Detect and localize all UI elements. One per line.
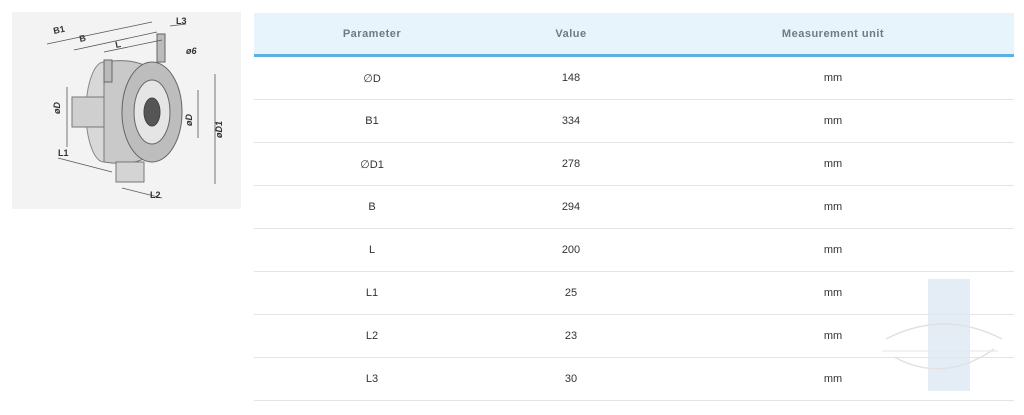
cell-value: 294 bbox=[490, 185, 652, 229]
cell-value: 25 bbox=[490, 271, 652, 315]
table-row: L2 23 mm bbox=[254, 314, 1014, 358]
cell-parameter: B1 bbox=[254, 99, 490, 143]
cell-value: 334 bbox=[490, 99, 652, 143]
table-row: ∅D1 278 mm bbox=[254, 142, 1014, 186]
label-hole: ø6 bbox=[186, 46, 197, 56]
table-header-row: Parameter Value Measurement unit bbox=[254, 13, 1014, 57]
cell-value: 278 bbox=[490, 142, 652, 186]
label-l: L bbox=[114, 39, 122, 50]
header-value: Value bbox=[490, 13, 652, 57]
table-row: B1 334 mm bbox=[254, 99, 1014, 143]
cell-unit: mm bbox=[652, 228, 1014, 272]
label-l1: L1 bbox=[58, 148, 69, 158]
fan-body bbox=[71, 33, 183, 183]
header-parameter: Parameter bbox=[254, 13, 490, 57]
cell-parameter: L2 bbox=[254, 314, 490, 358]
label-d-left: øD bbox=[52, 102, 62, 114]
cell-value: 30 bbox=[490, 357, 652, 401]
cell-unit: mm bbox=[652, 271, 1014, 315]
cell-unit: mm bbox=[652, 142, 1014, 186]
dimension-diagram: B1 B L L3 ø6 øD øD øD1 L1 L2 bbox=[12, 12, 241, 209]
cell-parameter: L bbox=[254, 228, 490, 272]
cell-value: 148 bbox=[490, 55, 652, 100]
table-row: L3 30 mm bbox=[254, 357, 1014, 401]
table-row: L 200 mm bbox=[254, 228, 1014, 272]
label-l3: L3 bbox=[176, 16, 187, 26]
cell-value: 200 bbox=[490, 228, 652, 272]
cell-parameter: L1 bbox=[254, 271, 490, 315]
header-measurement-unit: Measurement unit bbox=[652, 13, 1014, 57]
label-b1: B1 bbox=[52, 24, 65, 36]
cell-unit: mm bbox=[652, 55, 1014, 100]
cell-unit: mm bbox=[652, 99, 1014, 143]
cell-unit: mm bbox=[652, 185, 1014, 229]
label-d1: øD1 bbox=[214, 121, 224, 138]
fan-drawing-icon: B1 B L L3 ø6 øD øD øD1 L1 L2 bbox=[46, 16, 224, 200]
cell-parameter: ∅D bbox=[254, 55, 490, 100]
label-d-mid: øD bbox=[184, 114, 194, 126]
label-b: B bbox=[78, 33, 87, 44]
cell-parameter: ∅D1 bbox=[254, 142, 490, 186]
cell-unit: mm bbox=[652, 357, 1014, 401]
table-row: ∅D 148 mm bbox=[254, 55, 1014, 100]
table-row: L1 25 mm bbox=[254, 271, 1014, 315]
parameters-table: Parameter Value Measurement unit ∅D 148 … bbox=[254, 13, 1014, 401]
cell-parameter: B bbox=[254, 185, 490, 229]
cell-value: 23 bbox=[490, 314, 652, 358]
cell-parameter: L3 bbox=[254, 357, 490, 401]
table-row: B 294 mm bbox=[254, 185, 1014, 229]
label-l2: L2 bbox=[150, 190, 161, 200]
parameters-table-container: Parameter Value Measurement unit ∅D 148 … bbox=[254, 13, 1014, 401]
cell-unit: mm bbox=[652, 314, 1014, 358]
